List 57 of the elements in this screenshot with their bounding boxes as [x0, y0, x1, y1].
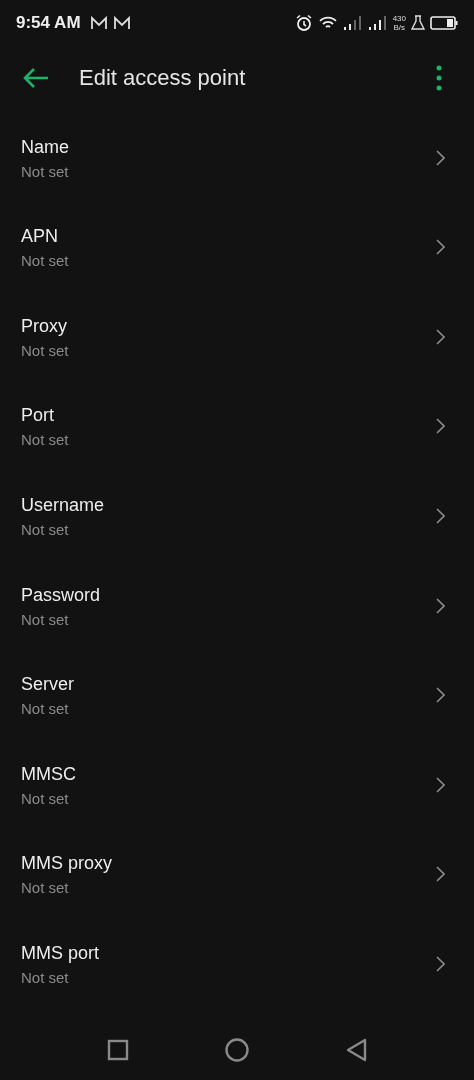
setting-value: Not set	[21, 251, 70, 272]
setting-label: APN	[21, 225, 59, 249]
flask-icon	[411, 14, 425, 31]
network-speed: 430	[392, 13, 406, 23]
setting-label: Password	[21, 583, 102, 607]
setting-value: Not set	[21, 519, 70, 540]
home-icon[interactable]	[225, 1037, 249, 1062]
setting-value: Not set	[21, 699, 70, 720]
setting-value: Not set	[21, 967, 70, 988]
chevron-icon	[435, 418, 445, 435]
setting-value: Not set	[21, 430, 70, 451]
back-arrow-icon[interactable]	[22, 67, 50, 90]
battery-icon	[430, 14, 458, 31]
setting-label: Name	[21, 135, 70, 159]
chevron-icon	[435, 687, 445, 704]
setting-label: Server	[21, 673, 75, 697]
chevron-icon	[435, 955, 445, 972]
signal-icon	[342, 14, 363, 31]
setting-item[interactable]: Proxy Not set	[0, 302, 474, 393]
recents-icon[interactable]	[107, 1038, 129, 1061]
setting-label: Proxy	[21, 314, 68, 338]
chevron-icon	[435, 866, 445, 883]
setting-value: Not set	[21, 609, 70, 630]
setting-label: MMSC	[21, 762, 77, 786]
chevron-icon	[435, 507, 445, 524]
setting-item[interactable]: MMS port Not set	[0, 929, 474, 1020]
chevron-icon	[435, 239, 445, 256]
signal-icon	[367, 14, 388, 31]
setting-item[interactable]: Port Not set	[0, 392, 474, 482]
setting-item[interactable]: Server Not set	[0, 661, 474, 751]
setting-item[interactable]: Name Not set	[0, 123, 474, 214]
setting-label: Port	[21, 404, 55, 428]
setting-value: Not set	[21, 340, 70, 361]
setting-value: Not set	[21, 788, 70, 809]
setting-item[interactable]: MMS proxy Not set	[0, 840, 474, 930]
setting-value: Not set	[21, 161, 70, 182]
more-options-icon[interactable]	[436, 65, 442, 92]
setting-item[interactable]: MMSC Not set	[0, 750, 474, 841]
mail-icon	[89, 15, 108, 30]
chevron-icon	[435, 328, 445, 345]
speed-unit: B/s	[393, 22, 406, 32]
setting-value: Not set	[21, 878, 70, 899]
setting-label: Username	[21, 493, 106, 517]
setting-item[interactable]: APN Not set	[0, 213, 474, 303]
setting-label: MMS port	[21, 941, 100, 965]
mail-icon	[112, 15, 131, 30]
setting-item[interactable]: Username Not set	[0, 481, 474, 572]
setting-label: MMS proxy	[21, 852, 113, 876]
alarm-icon	[294, 13, 313, 32]
screen-title: Edit access point	[79, 65, 246, 92]
chevron-icon	[435, 149, 445, 166]
setting-item[interactable]: Password Not set	[0, 571, 474, 662]
chevron-icon	[435, 597, 445, 614]
wifi-icon	[317, 14, 338, 31]
status-time: 9:54 AM	[16, 12, 81, 33]
back-icon[interactable]	[345, 1037, 367, 1062]
chevron-icon	[435, 776, 445, 793]
